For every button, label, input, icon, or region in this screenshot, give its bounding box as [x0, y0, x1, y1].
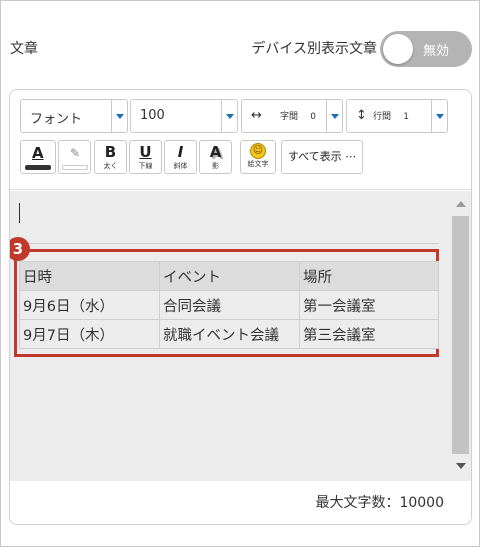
shadow-button[interactable]: A 影 — [199, 140, 232, 174]
emoji-smiley-icon: ☺ — [250, 143, 266, 159]
shadow-label: 影 — [212, 162, 219, 170]
italic-label: 斜体 — [173, 162, 188, 170]
marker-icon: ✎ — [70, 146, 81, 160]
event-table[interactable]: 日時 イベント 場所 9月6日（水） 合同会議 第一会議室 9月7日（木） 就職… — [19, 261, 439, 349]
bold-label: 太く — [103, 162, 118, 170]
line-spacing-value: 1 — [403, 112, 409, 122]
table-row: 9月6日（水） 合同会議 第一会議室 — [19, 290, 439, 320]
text-field-label: 文章 — [10, 41, 38, 57]
divider — [19, 243, 439, 244]
table-cell[interactable]: 第一会議室 — [299, 290, 439, 320]
chevron-down-icon[interactable] — [221, 100, 237, 132]
underline-button[interactable]: U 下線 — [129, 140, 162, 174]
toggle-state-label: 無効 — [423, 44, 450, 59]
table-cell[interactable]: 就職イベント会議 — [159, 319, 300, 349]
underline-label: 下線 — [138, 162, 153, 170]
table-cell[interactable]: 9月6日（水） — [19, 290, 160, 320]
underline-icon: U — [139, 143, 152, 161]
table-header-cell[interactable]: イベント — [159, 261, 300, 291]
editor-content-area[interactable]: 3 日時 イベント 場所 9月6日（水） 合同会議 第一会議室 9月7日（木） … — [10, 191, 471, 481]
table-header-cell[interactable]: 場所 — [299, 261, 439, 291]
font-select[interactable]: フォント — [20, 99, 128, 133]
toggle-knob[interactable] — [383, 34, 413, 64]
rich-text-editor: フォント 100 ↔ 字間 0 ↕ 行間 1 A ✎ B 太く U 下線 I 斜… — [9, 89, 472, 525]
table-header-row: 日時 イベント 場所 — [19, 261, 439, 291]
font-size-value: 100 — [140, 108, 165, 123]
table-cell[interactable]: 第三会議室 — [299, 319, 439, 349]
editor-toolbar: フォント 100 ↔ 字間 0 ↕ 行間 1 A ✎ B 太く U 下線 I 斜… — [10, 90, 471, 190]
scrollbar-thumb[interactable] — [452, 216, 469, 454]
font-size-select[interactable]: 100 — [130, 99, 238, 133]
line-spacing-select[interactable]: ↕ 行間 1 — [346, 99, 448, 133]
show-all-button[interactable]: すべて表示 ⋯ — [281, 140, 363, 174]
italic-button[interactable]: I 斜体 — [164, 140, 197, 174]
chevron-down-icon[interactable] — [431, 100, 447, 132]
chevron-down-icon[interactable] — [326, 100, 342, 132]
table-cell[interactable]: 合同会議 — [159, 290, 300, 320]
emoji-button[interactable]: ☺ 絵文字 — [240, 140, 276, 174]
line-spacing-value-wrap: ↕ 行間 1 — [356, 108, 409, 123]
letter-spacing-value-wrap: ↔ 字間 0 — [251, 108, 316, 123]
highlight-color-button[interactable]: ✎ — [58, 140, 91, 174]
text-color-swatch — [25, 165, 51, 170]
chevron-down-icon[interactable] — [111, 100, 127, 132]
text-color-glyph: A — [32, 144, 44, 162]
table-row: 9月7日（木） 就職イベント会議 第三会議室 — [19, 319, 439, 349]
table-header-cell[interactable]: 日時 — [19, 261, 160, 291]
italic-icon: I — [177, 143, 184, 161]
horizontal-arrows-icon: ↔ — [251, 108, 262, 123]
shadow-icon: A — [209, 143, 222, 161]
highlight-color-swatch — [62, 165, 88, 170]
vertical-arrows-icon: ↕ — [356, 108, 367, 123]
font-select-value: フォント — [30, 112, 83, 127]
letter-spacing-select[interactable]: ↔ 字間 0 — [241, 99, 343, 133]
scroll-down-arrow-icon[interactable] — [456, 463, 466, 469]
text-caret — [19, 203, 20, 223]
device-text-toggle[interactable]: 無効 — [380, 31, 472, 67]
letter-spacing-label: 字間 — [280, 112, 299, 122]
device-text-label: デバイス別表示文章 — [251, 41, 377, 57]
char-limit-counter: 最大文字数：10000 — [315, 495, 444, 511]
editor-footer: 最大文字数：10000 — [10, 481, 471, 524]
text-color-button[interactable]: A — [20, 140, 56, 174]
table-cell[interactable]: 9月7日（木） — [19, 319, 160, 349]
callout-badge: 3 — [10, 237, 30, 261]
line-spacing-label: 行間 — [373, 112, 392, 122]
vertical-scrollbar[interactable] — [451, 191, 471, 481]
scroll-up-arrow-icon[interactable] — [456, 201, 466, 207]
bold-icon: B — [104, 143, 117, 161]
emoji-label: 絵文字 — [247, 160, 269, 168]
letter-spacing-value: 0 — [310, 112, 316, 122]
bold-button[interactable]: B 太く — [94, 140, 127, 174]
